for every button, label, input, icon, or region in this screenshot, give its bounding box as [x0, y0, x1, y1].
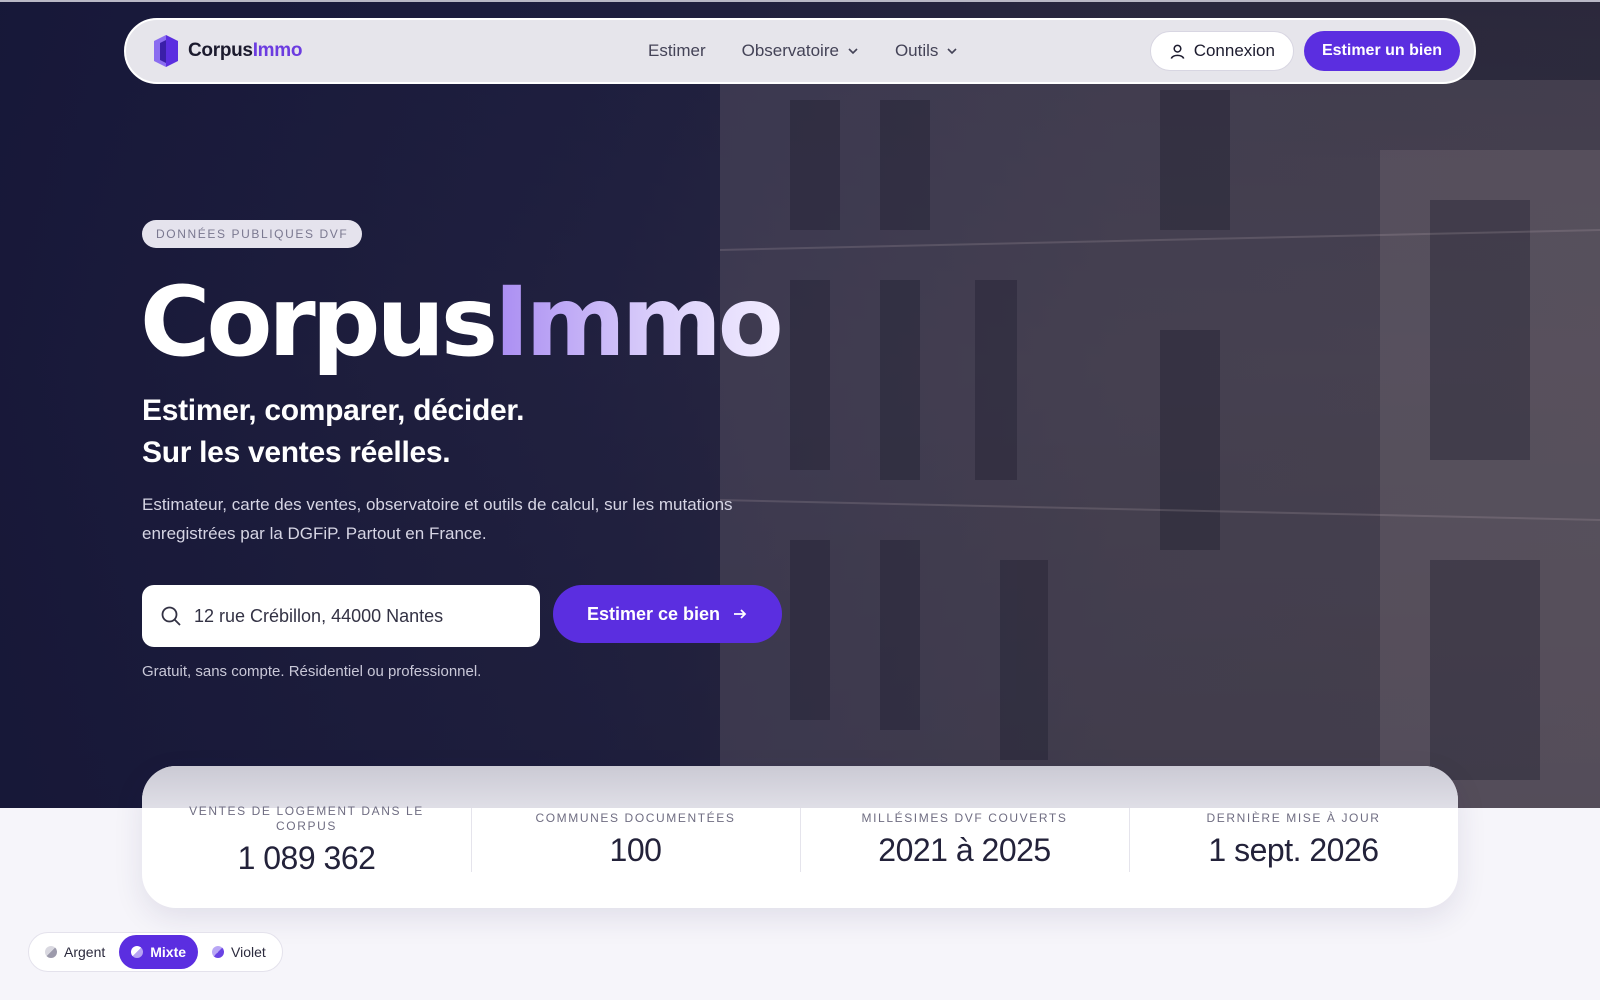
stat-last-update: DERNIÈRE MISE À JOUR 1 sept. 2026 [1129, 766, 1458, 908]
cube-logo-icon [154, 35, 178, 67]
address-search-box [142, 585, 540, 647]
stat-label: VENTES DE LOGEMENT DANS LE CORPUS [189, 803, 424, 833]
chevron-down-icon [848, 48, 858, 55]
nav-actions: Connexion Estimer un bien [1149, 31, 1460, 71]
stat-sales-count: VENTES DE LOGEMENT DANS LE CORPUS 1 089 … [142, 766, 471, 908]
login-button[interactable]: Connexion [1149, 31, 1294, 71]
brand-name: CorpusImmo [188, 40, 303, 61]
stat-years-covered: MILLÉSIMES DVF COUVERTS 2021 à 2025 [800, 766, 1129, 908]
stat-value: 1 sept. 2026 [1208, 832, 1379, 868]
stat-label: COMMUNES DOCUMENTÉES [535, 811, 736, 825]
theme-option-argent[interactable]: Argent [33, 935, 117, 969]
stat-value: 1 089 362 [237, 839, 376, 876]
theme-option-mixte[interactable]: Mixte [119, 935, 199, 969]
address-input[interactable] [194, 605, 514, 627]
hero-description: Estimateur, carte des ventes, observatoi… [142, 495, 733, 543]
main-nav: Estimer Observatoire Outils [648, 20, 958, 82]
stat-value: 2021 à 2025 [878, 832, 1051, 868]
estimate-this-property-button[interactable]: Estimer ce bien [553, 585, 782, 643]
hero-title: CorpusImmo [140, 266, 784, 378]
violet-swatch-icon [212, 946, 225, 958]
stat-label: DERNIÈRE MISE À JOUR [1206, 811, 1381, 825]
nav-estimer[interactable]: Estimer [648, 41, 706, 61]
user-icon [1170, 44, 1185, 59]
theme-switcher: Argent Mixte Violet [28, 932, 283, 972]
theme-option-violet[interactable]: Violet [200, 935, 278, 969]
arrow-right-icon [734, 609, 747, 619]
nav-observatoire-dropdown[interactable]: Observatoire [742, 41, 859, 61]
stats-card: VENTES DE LOGEMENT DANS LE CORPUS 1 089 … [142, 766, 1458, 908]
brand-logo-link[interactable]: CorpusImmo [152, 33, 302, 69]
hero-note: Gratuit, sans compte. Résidentiel ou pro… [142, 663, 482, 680]
nav-outils-dropdown[interactable]: Outils [895, 41, 958, 61]
chevron-down-icon [947, 48, 957, 55]
stat-communes: COMMUNES DOCUMENTÉES 100 [471, 766, 800, 908]
mixed-swatch-icon [131, 946, 144, 958]
stat-value: 100 [609, 832, 662, 868]
silver-swatch-icon [45, 946, 57, 958]
stat-label: MILLÉSIMES DVF COUVERTS [861, 811, 1068, 825]
estimate-property-nav-button[interactable]: Estimer un bien [1303, 31, 1460, 71]
hero-section: CorpusImmo Estimer Observatoire Outils C… [0, 0, 1600, 808]
dvf-badge: DONNÉES PUBLIQUES DVF [142, 220, 363, 248]
top-navbar: CorpusImmo Estimer Observatoire Outils C… [124, 18, 1476, 84]
search-icon [161, 606, 181, 626]
hero-subtitle: Estimer, comparer, décider. Sur les vent… [142, 394, 525, 469]
